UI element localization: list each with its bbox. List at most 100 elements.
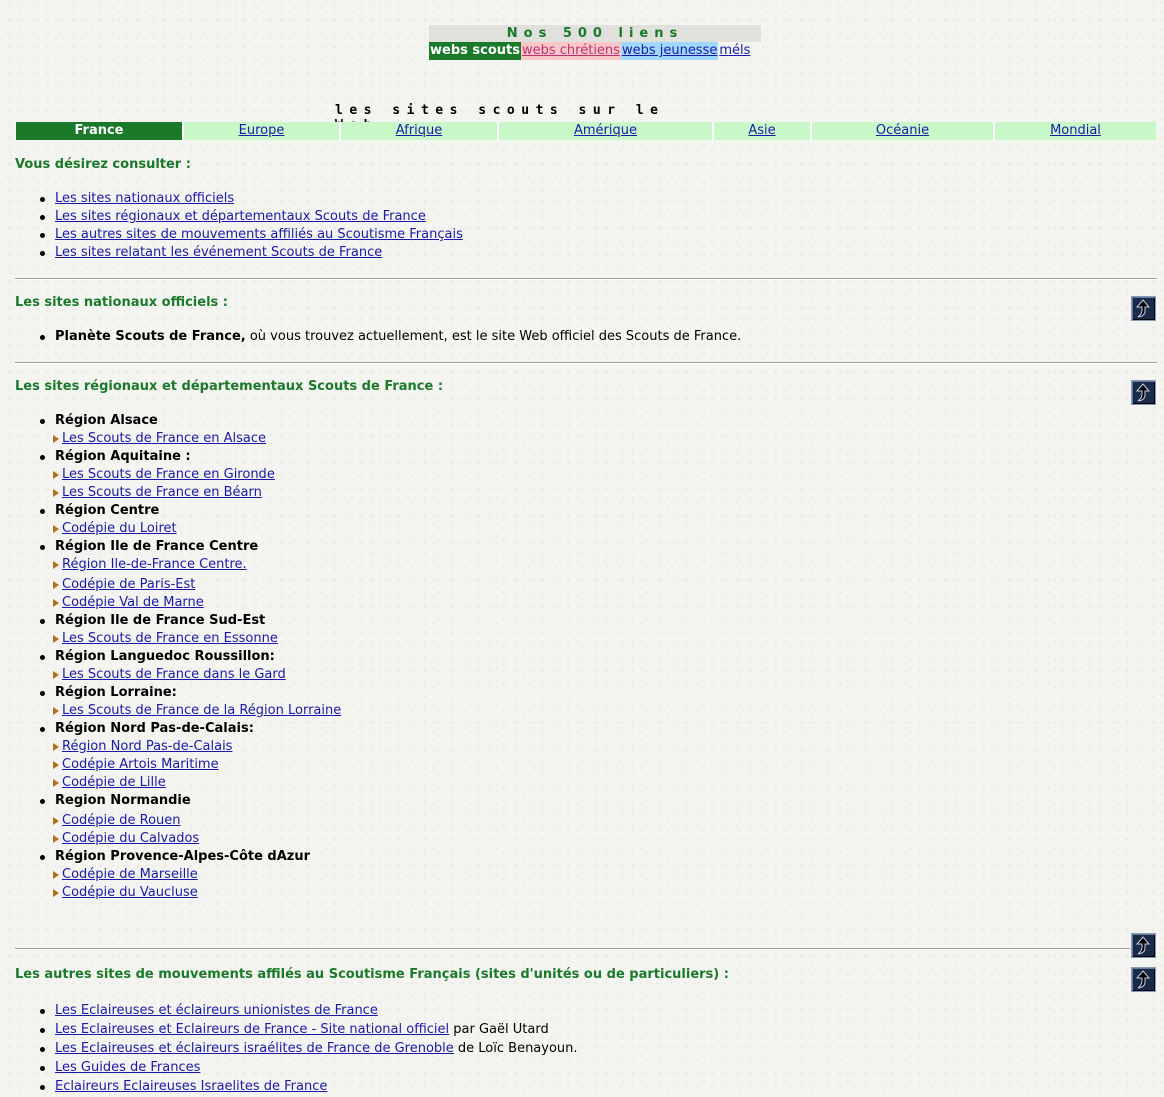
region-link[interactable]: Les Scouts de France en Alsace <box>62 431 266 446</box>
others-link[interactable]: Les Eclaireuses et éclaireurs unionistes… <box>55 1003 378 1018</box>
links-box-title: Nos 500 liens <box>429 25 761 42</box>
regional-list: Région Alsace Les Scouts de France en Al… <box>37 412 343 902</box>
list-item: Région Provence-Alpes-Côte dAzur Codépie… <box>37 848 343 902</box>
list-item: Région Aquitaine : Les Scouts de France … <box>37 448 343 502</box>
region-link[interactable]: Codépie de Marseille <box>62 867 198 882</box>
list-item: Les Eclaireuses et Eclaireurs de France … <box>37 1021 578 1040</box>
list-item: Région Languedoc Roussillon: Les Scouts … <box>37 648 343 684</box>
region-link[interactable]: Les Scouts de France dans le Gard <box>62 667 286 682</box>
intro-title: Vous désirez consulter : <box>15 157 191 172</box>
arrow-icon <box>53 670 59 679</box>
region-name: Région Languedoc Roussillon: <box>55 649 275 664</box>
list-item: Les autres sites de mouvements affiliés … <box>37 226 463 244</box>
back-to-top-button[interactable] <box>1131 296 1156 321</box>
list-item: Région Ile de France Sud-Est Les Scouts … <box>37 612 343 648</box>
divider <box>15 278 1157 280</box>
arrow-icon <box>53 706 59 715</box>
list-item: Les Eclaireuses et éclaireurs unionistes… <box>37 1002 578 1021</box>
region-name: Région Ile de France Sud-Est <box>55 613 266 628</box>
back-to-top-button[interactable] <box>1131 933 1156 958</box>
arrow-icon <box>53 560 59 569</box>
arrow-icon <box>53 760 59 769</box>
intro-link-nationaux[interactable]: Les sites nationaux officiels <box>55 191 234 206</box>
region-tab-asie[interactable]: Asie <box>748 123 775 138</box>
region-tab-europe[interactable]: Europe <box>239 123 285 138</box>
list-item: Région Lorraine: Les Scouts de France de… <box>37 684 343 720</box>
list-item: Région Centre Codépie du Loiret <box>37 502 343 538</box>
links-tabs: webs scouts webs chrétiens webs jeunesse… <box>429 42 761 60</box>
list-item: Les sites nationaux officiels <box>37 190 463 208</box>
arrow-icon <box>53 778 59 787</box>
intro-link-regionaux[interactable]: Les sites régionaux et départementaux Sc… <box>55 209 426 224</box>
list-item: Région Nord Pas-de-Calais: Région Nord P… <box>37 720 343 792</box>
tab-webs-chretiens[interactable]: webs chrétiens <box>520 42 621 60</box>
up-arrow-icon <box>1135 970 1151 989</box>
up-arrow-icon <box>1135 936 1151 955</box>
list-item: Les Eclaireuses et éclaireurs israélites… <box>37 1040 578 1059</box>
region-tab-mondial[interactable]: Mondial <box>1050 123 1101 138</box>
arrow-icon <box>53 870 59 879</box>
back-to-top-button[interactable] <box>1131 380 1156 405</box>
tab-webs-jeunesse[interactable]: webs jeunesse <box>620 42 719 60</box>
list-item: Eclaireurs Eclaireuses Israelites de Fra… <box>37 1078 578 1097</box>
arrow-icon <box>53 888 59 897</box>
region-tab-amerique[interactable]: Amérique <box>574 123 637 138</box>
others-title: Les autres sites de mouvements affilés a… <box>15 967 729 982</box>
region-name: Région Lorraine: <box>55 685 177 700</box>
region-tab-afrique[interactable]: Afrique <box>396 123 442 138</box>
divider <box>15 362 1157 364</box>
others-link[interactable]: Les Eclaireuses et Eclaireurs de France … <box>55 1022 449 1037</box>
national-list: Planète Scouts de France, où vous trouve… <box>37 328 741 346</box>
list-item: Région Ile de France Centre Région Ile-d… <box>37 538 343 612</box>
arrow-icon <box>53 434 59 443</box>
region-link[interactable]: Codépie de Lille <box>62 775 166 790</box>
region-link[interactable]: Codépie de Paris-Est <box>62 577 195 592</box>
region-link[interactable]: Les Scouts de France en Gironde <box>62 467 275 482</box>
region-tab-oceanie[interactable]: Océanie <box>876 123 929 138</box>
region-nav: France Europe Afrique Amérique Asie Océa… <box>16 122 1156 140</box>
national-title: Les sites nationaux officiels : <box>15 295 229 310</box>
arrow-icon <box>53 742 59 751</box>
region-link[interactable]: Codépie Artois Maritime <box>62 757 219 772</box>
list-item: Les Guides de Frances <box>37 1059 578 1078</box>
region-link[interactable]: Codépie Val de Marne <box>62 595 204 610</box>
arrow-icon <box>53 470 59 479</box>
region-name: Région Ile de France Centre <box>55 539 259 554</box>
arrow-icon <box>53 598 59 607</box>
intro-link-autres[interactable]: Les autres sites de mouvements affiliés … <box>55 227 463 242</box>
region-name: Région Centre <box>55 503 160 518</box>
tab-webs-scouts[interactable]: webs scouts <box>429 42 521 60</box>
region-link[interactable]: Les Scouts de France en Béarn <box>62 485 262 500</box>
region-link[interactable]: Codépie du Calvados <box>62 831 199 846</box>
arrow-icon <box>53 580 59 589</box>
intro-list: Les sites nationaux officiels Les sites … <box>37 190 463 262</box>
region-link[interactable]: Région Nord Pas-de-Calais <box>62 739 232 754</box>
others-list: Les Eclaireuses et éclaireurs unionistes… <box>37 1002 578 1097</box>
up-arrow-icon <box>1135 299 1151 318</box>
up-arrow-icon <box>1135 383 1151 402</box>
others-author: de Loïc Benayoun. <box>453 1041 578 1056</box>
back-to-top-button[interactable] <box>1131 967 1156 992</box>
intro-link-evenements[interactable]: Les sites relatant les événement Scouts … <box>55 245 382 260</box>
region-link[interactable]: Codépie du Vaucluse <box>62 885 198 900</box>
regional-title: Les sites régionaux et départementaux Sc… <box>15 379 444 394</box>
arrow-icon <box>53 488 59 497</box>
others-author: par Gaël Utard <box>449 1022 549 1037</box>
others-link[interactable]: Les Guides de Frances <box>55 1060 200 1075</box>
region-name: Region Normandie <box>55 793 191 808</box>
region-link[interactable]: Les Scouts de France en Essonne <box>62 631 278 646</box>
arrow-icon <box>53 816 59 825</box>
others-link[interactable]: Eclaireurs Eclaireuses Israelites de Fra… <box>55 1079 327 1094</box>
others-link[interactable]: Les Eclaireuses et éclaireurs israélites… <box>55 1041 454 1056</box>
region-link[interactable]: Codépie du Loiret <box>62 521 177 536</box>
list-item: Les sites régionaux et départementaux Sc… <box>37 208 463 226</box>
region-link[interactable]: Codépie de Rouen <box>62 813 181 828</box>
divider <box>15 948 1130 950</box>
region-link[interactable]: Les Scouts de France de la Région Lorrai… <box>62 703 341 718</box>
list-item: Les sites relatant les événement Scouts … <box>37 244 463 262</box>
arrow-icon <box>53 834 59 843</box>
region-link[interactable]: Région Ile-de-France Centre. <box>62 557 247 572</box>
region-tab-france[interactable]: France <box>16 122 184 140</box>
national-site-text: où vous trouvez actuellement, est le sit… <box>245 329 742 344</box>
tab-mels[interactable]: méls <box>718 42 751 60</box>
